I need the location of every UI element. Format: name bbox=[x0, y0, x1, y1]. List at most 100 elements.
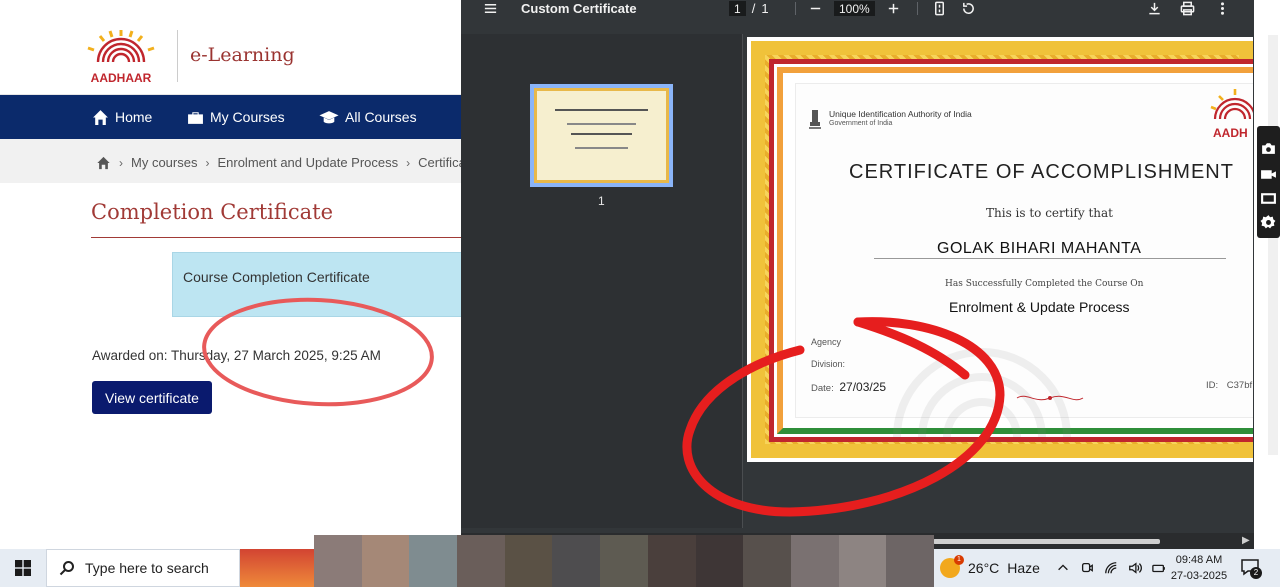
taskbar-app-icon[interactable] bbox=[240, 549, 314, 587]
rotate-button[interactable] bbox=[961, 0, 976, 17]
certify-text: This is to certify that bbox=[986, 206, 1113, 220]
viewer-toolbar: Custom Certificate 1 / 1 100% bbox=[461, 0, 1254, 17]
kebab-menu-icon bbox=[1220, 2, 1224, 15]
menu-button[interactable] bbox=[483, 0, 498, 17]
download-button[interactable] bbox=[1147, 0, 1162, 17]
breadcrumb-course[interactable]: Enrolment and Update Process bbox=[217, 155, 398, 170]
plus-icon bbox=[888, 3, 899, 14]
battery-icon[interactable] bbox=[1152, 561, 1166, 575]
blurred-block bbox=[695, 535, 744, 587]
window-capture-icon[interactable] bbox=[1260, 190, 1277, 207]
page-thumbnail[interactable] bbox=[530, 84, 673, 187]
zoom-level[interactable]: 100% bbox=[834, 0, 875, 17]
blurred-block bbox=[314, 535, 362, 587]
nav-all-courses[interactable]: All Courses bbox=[319, 95, 417, 139]
more-options-button[interactable] bbox=[1215, 0, 1230, 17]
page-number-input[interactable]: 1 bbox=[729, 1, 746, 16]
chevron-up-icon[interactable] bbox=[1056, 561, 1070, 575]
weather-widget[interactable]: 1 26°C Haze bbox=[940, 549, 1040, 587]
thumbnail-page-number: 1 bbox=[598, 194, 605, 208]
blurred-block bbox=[647, 535, 696, 587]
camera-icon[interactable] bbox=[1260, 140, 1277, 157]
search-icon bbox=[59, 561, 74, 576]
blurred-block bbox=[457, 535, 505, 587]
toolbar-divider bbox=[795, 2, 796, 15]
video-camera-icon[interactable] bbox=[1260, 166, 1277, 183]
capture-toolbar bbox=[1257, 126, 1280, 238]
fit-page-icon bbox=[935, 1, 944, 16]
blurred-block bbox=[743, 535, 791, 587]
page-separator: / bbox=[751, 1, 756, 16]
thumbnail-preview bbox=[534, 88, 669, 183]
blurred-block bbox=[838, 535, 887, 587]
page-total: 1 bbox=[761, 1, 769, 16]
scrollbar-thumb[interactable] bbox=[933, 539, 1160, 544]
thumb-line bbox=[571, 133, 632, 135]
clock-time: 09:48 AM bbox=[1175, 554, 1223, 566]
speaker-icon[interactable] bbox=[1128, 561, 1142, 575]
toolbar-divider bbox=[917, 2, 918, 15]
logo-divider bbox=[177, 30, 178, 82]
nav-all-courses-label: All Courses bbox=[345, 109, 417, 125]
graduation-cap-icon bbox=[319, 110, 339, 123]
course-name: Enrolment & Update Process bbox=[949, 299, 1130, 315]
vertical-scrollbar[interactable] bbox=[1268, 35, 1278, 455]
notification-center-button[interactable]: 2 bbox=[1240, 557, 1262, 579]
blurred-block bbox=[600, 535, 648, 587]
notification-count: 2 bbox=[1250, 567, 1262, 579]
certificate-info-box: Course Completion Certificate bbox=[172, 252, 462, 317]
fit-page-button[interactable] bbox=[932, 0, 947, 17]
title-divider bbox=[91, 237, 461, 238]
clock-date: 27-03-2025 bbox=[1170, 570, 1228, 582]
svg-text:AADH: AADH bbox=[1213, 126, 1248, 140]
taskbar-search-box[interactable]: Type here to search bbox=[46, 549, 240, 587]
print-button[interactable] bbox=[1180, 0, 1195, 17]
search-placeholder: Type here to search bbox=[85, 560, 209, 576]
svg-text:AADHAAR: AADHAAR bbox=[91, 71, 152, 85]
view-certificate-button[interactable]: View certificate bbox=[92, 381, 212, 414]
thumbnail-sidebar: 1 bbox=[461, 34, 742, 528]
scroll-right-icon[interactable]: ▶ bbox=[1242, 535, 1250, 546]
date-label: Date: bbox=[811, 383, 834, 394]
briefcase-icon bbox=[188, 111, 203, 124]
recipient-name: GOLAK BIHARI MAHANTA bbox=[937, 240, 1142, 257]
nav-my-courses[interactable]: My Courses bbox=[187, 95, 285, 139]
start-button[interactable] bbox=[0, 549, 46, 587]
temperature: 26°C bbox=[968, 560, 1000, 576]
name-underline bbox=[874, 258, 1226, 259]
wifi-icon[interactable] bbox=[1104, 561, 1118, 575]
zoom-in-button[interactable] bbox=[886, 0, 901, 17]
certificate-org-name: Unique Identification Authority of India bbox=[829, 109, 972, 119]
date-value: 27/03/25 bbox=[839, 380, 887, 394]
certificate-title: CERTIFICATE OF ACCOMPLISHMENT bbox=[849, 161, 1234, 183]
zoom-out-button[interactable] bbox=[808, 0, 823, 17]
rotate-icon bbox=[963, 2, 974, 14]
nav-home-label: Home bbox=[115, 109, 153, 125]
download-icon bbox=[1149, 2, 1160, 15]
breadcrumb-my-courses[interactable]: My courses bbox=[131, 155, 197, 170]
blurred-block bbox=[361, 535, 410, 587]
breadcrumb-certificate[interactable]: Certifica bbox=[418, 155, 466, 170]
thumb-line bbox=[555, 109, 648, 111]
document-title: Custom Certificate bbox=[521, 1, 637, 16]
blurred-block bbox=[790, 535, 839, 587]
home-icon[interactable] bbox=[96, 156, 111, 170]
thumb-line bbox=[575, 147, 628, 149]
page-title: Completion Certificate bbox=[91, 200, 334, 224]
zoom-level-value: 100% bbox=[834, 1, 875, 16]
breadcrumb: › My courses › Enrolment and Update Proc… bbox=[96, 155, 466, 170]
meet-now-icon[interactable] bbox=[1080, 561, 1094, 575]
chevron-right-icon: › bbox=[406, 155, 411, 170]
id-value: C37bf bbox=[1226, 380, 1253, 391]
certificate-id: ID: C37bf bbox=[1206, 380, 1252, 391]
windows-logo-icon bbox=[15, 560, 31, 576]
nav-home[interactable]: Home bbox=[92, 95, 152, 139]
settings-gear-icon[interactable] bbox=[1260, 214, 1277, 231]
national-emblem-icon bbox=[809, 110, 821, 129]
hamburger-menu-icon bbox=[484, 4, 497, 13]
home-icon bbox=[93, 109, 108, 125]
aadhaar-logo[interactable]: AADHAAR bbox=[78, 28, 164, 86]
print-icon bbox=[1180, 1, 1195, 16]
weather-sun-icon: 1 bbox=[940, 555, 964, 578]
taskbar-clock[interactable]: 09:48 AM 27-03-2025 bbox=[1168, 552, 1230, 584]
